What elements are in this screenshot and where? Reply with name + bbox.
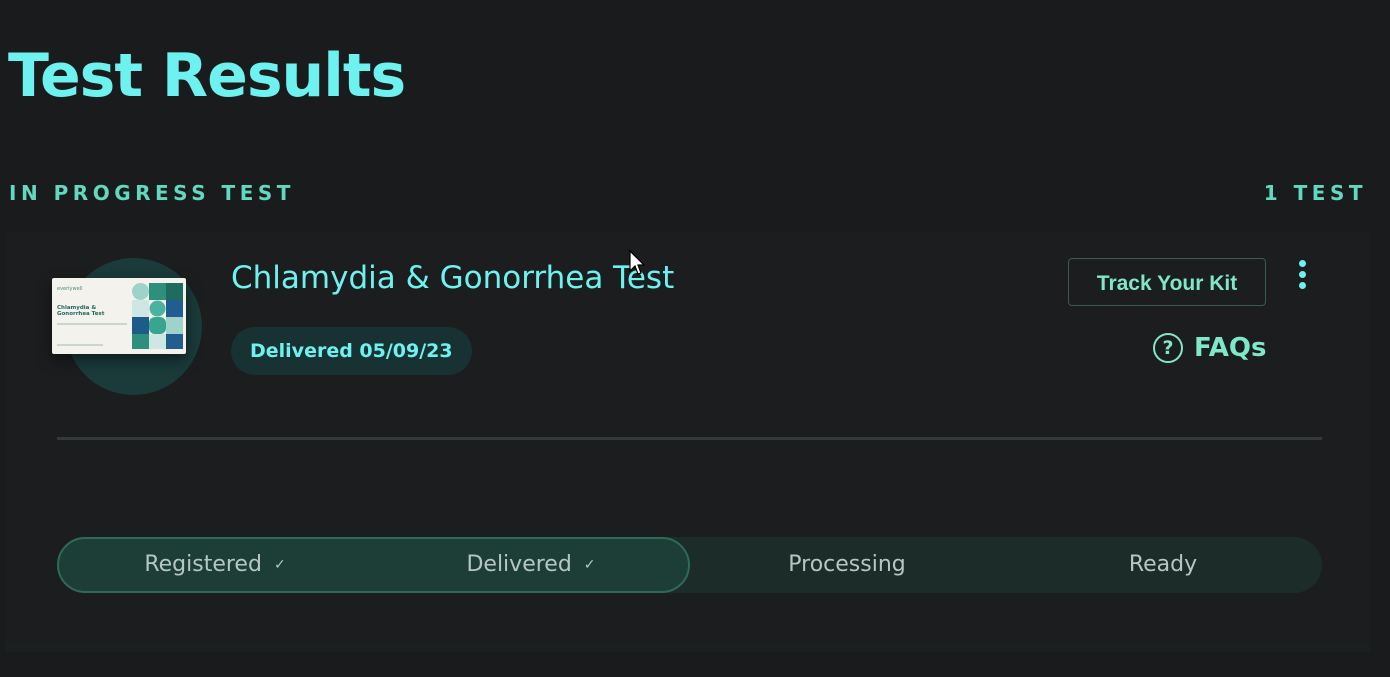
- check-icon: ✓: [583, 557, 596, 573]
- test-results-page: Test Results IN PROGRESS TEST 1 TEST eve…: [0, 0, 1390, 677]
- step-ready: Ready: [1005, 537, 1321, 593]
- status-badge: Delivered 05/09/23: [231, 327, 472, 375]
- track-your-kit-button[interactable]: Track Your Kit: [1068, 258, 1266, 306]
- vertical-ellipsis-icon: [1299, 282, 1306, 289]
- section-count: 1 TEST: [1263, 181, 1367, 205]
- step-label: Delivered: [466, 552, 572, 577]
- kit-fine-print: [57, 344, 103, 346]
- page-title: Test Results: [8, 41, 406, 111]
- step-registered: Registered ✓: [57, 537, 373, 593]
- kit-box: everlywell Chlamydia & Gonorrhea Test: [52, 278, 186, 354]
- vertical-ellipsis-icon: [1299, 271, 1306, 278]
- kit-name: Chlamydia & Gonorrhea Test: [57, 305, 105, 317]
- section-label: IN PROGRESS TEST: [9, 181, 295, 205]
- step-label: Registered: [144, 552, 262, 577]
- kit-pattern-art: [132, 283, 183, 349]
- kit-fine-print: [57, 323, 127, 325]
- faqs-label: FAQs: [1194, 333, 1267, 363]
- vertical-ellipsis-icon: [1299, 260, 1306, 267]
- mouse-cursor-icon: [629, 250, 645, 275]
- question-circle-icon: ?: [1153, 333, 1183, 363]
- check-icon: ✓: [273, 557, 286, 573]
- test-card: everlywell Chlamydia & Gonorrhea Test Ch…: [5, 232, 1370, 652]
- divider: [57, 437, 1322, 440]
- progress-tracker: Registered ✓ Delivered ✓ Processing Ready: [57, 537, 1322, 593]
- step-label: Processing: [788, 552, 906, 577]
- more-options-button[interactable]: [1291, 260, 1315, 294]
- step-delivered: Delivered ✓: [373, 537, 689, 593]
- kit-brand: everlywell: [57, 286, 83, 292]
- kit-image: everlywell Chlamydia & Gonorrhea Test: [52, 258, 202, 398]
- step-label: Ready: [1128, 552, 1198, 577]
- step-processing: Processing: [689, 537, 1005, 593]
- test-name[interactable]: Chlamydia & Gonorrhea Test: [231, 260, 674, 296]
